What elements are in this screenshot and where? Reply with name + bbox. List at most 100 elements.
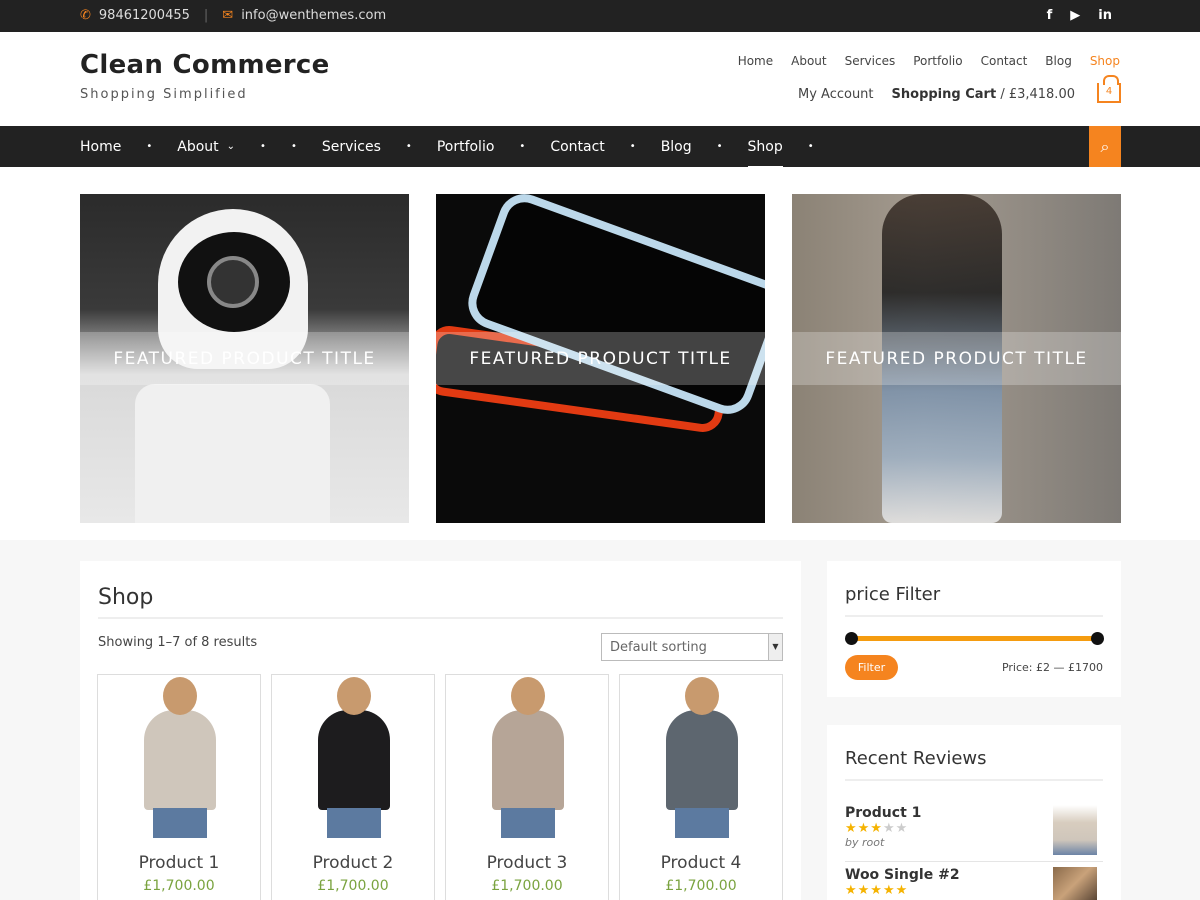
product-price: £1,700.00: [665, 878, 737, 894]
shopping-cart-link[interactable]: Shopping Cart / £3,418.00: [892, 87, 1075, 102]
nav-home[interactable]: Home •: [80, 126, 177, 167]
nav-separator: •: [146, 141, 153, 152]
cart-total: / £3,418.00: [1000, 87, 1075, 102]
product-name[interactable]: Product 4: [620, 853, 782, 873]
slider-handle-max[interactable]: [1091, 632, 1104, 645]
product-image: [153, 808, 207, 838]
nav-about[interactable]: About ⌄ • •: [177, 126, 322, 167]
nav-label: Services: [321, 138, 381, 155]
main-navigation: Home • About ⌄ • • Services • Portfolio • Cont…: [0, 126, 1200, 168]
product-image: [501, 808, 555, 838]
product-card[interactable]: Product 1 £1,700.00: [97, 674, 261, 900]
divider: [845, 779, 1103, 781]
product-card[interactable]: Product 2 £1,700.00: [271, 674, 435, 900]
search-button[interactable]: ⌕: [1089, 126, 1121, 167]
product-image: [163, 677, 197, 715]
product-image: [327, 808, 381, 838]
product-image: [337, 677, 371, 715]
nav-services[interactable]: Services •: [322, 126, 437, 167]
nav-label: Blog: [660, 138, 692, 155]
site-tagline: Shopping Simplified: [80, 87, 248, 102]
cart-bag-icon[interactable]: 4: [1097, 75, 1121, 103]
cart-label: Shopping Cart: [891, 87, 997, 102]
nav-separator: •: [405, 141, 412, 152]
divider: |: [203, 8, 209, 23]
top-nav-shop[interactable]: Shop: [1090, 54, 1120, 68]
product-image: [648, 675, 756, 838]
price-range-label: Price: £2 — £1700: [1001, 661, 1103, 674]
email-icon: ✉: [222, 8, 234, 23]
account-links: My Account Shopping Cart / £3,418.00: [798, 87, 1075, 102]
product-image: [144, 710, 216, 810]
nav-blog[interactable]: Blog •: [661, 126, 748, 167]
product-name[interactable]: Product 1: [98, 853, 260, 873]
nav-separator: •: [519, 141, 526, 152]
nav-contact[interactable]: Contact •: [550, 126, 660, 167]
top-nav-services[interactable]: Services: [845, 54, 896, 68]
camera-image: [135, 384, 330, 523]
review-item[interactable]: Woo Single #2 ★★★★★: [845, 867, 1103, 900]
nav-separator: •: [716, 141, 723, 152]
site-header: Clean Commerce Shopping Simplified Home …: [0, 32, 1200, 126]
product-name[interactable]: Product 3: [446, 853, 608, 873]
cart-count: 4: [1105, 86, 1113, 97]
recent-reviews-widget: Recent Reviews Product 1 ★★★★★ by root W…: [827, 725, 1121, 900]
review-thumbnail[interactable]: [1053, 867, 1097, 900]
top-nav-home[interactable]: Home: [738, 54, 773, 68]
nav-separator: •: [807, 141, 814, 152]
divider: [845, 861, 1103, 862]
featured-title[interactable]: FEATURED PRODUCT TITLE: [792, 332, 1121, 385]
review-item[interactable]: Product 1 ★★★★★ by root: [845, 805, 1103, 855]
facebook-icon[interactable]: f: [1047, 8, 1053, 23]
divider: [845, 615, 1103, 617]
contact-info: ✆ 98461200455 | ✉ info@wenthemes.com: [80, 8, 386, 23]
product-card[interactable]: Product 4 £1,700.00: [619, 674, 783, 900]
featured-title[interactable]: FEATURED PRODUCT TITLE: [436, 332, 765, 385]
product-price: £1,700.00: [143, 878, 215, 894]
nav-separator: •: [260, 141, 266, 152]
camera-image: [207, 256, 259, 308]
email-address[interactable]: info@wenthemes.com: [241, 8, 386, 23]
top-nav-portfolio[interactable]: Portfolio: [913, 54, 962, 68]
price-slider-track[interactable]: [851, 636, 1097, 641]
featured-product-1[interactable]: FEATURED PRODUCT TITLE: [80, 194, 409, 523]
nav-label: About: [177, 138, 219, 155]
site-title[interactable]: Clean Commerce: [80, 50, 330, 80]
top-nav-about[interactable]: About: [791, 54, 826, 68]
product-image: [492, 710, 564, 810]
nav-portfolio[interactable]: Portfolio •: [437, 126, 551, 167]
nav-shop[interactable]: Shop •: [747, 126, 839, 168]
product-image: [474, 675, 582, 838]
phone-number[interactable]: 98461200455: [99, 8, 190, 23]
featured-title[interactable]: FEATURED PRODUCT TITLE: [80, 332, 409, 385]
chevron-down-icon: ⌄: [226, 141, 236, 152]
top-navigation: Home About Services Portfolio Contact Bl…: [738, 54, 1120, 68]
nav-label: Shop: [747, 126, 783, 168]
shop-section: Shop Showing 1–7 of 8 results Default so…: [80, 561, 801, 900]
product-image: [666, 710, 738, 810]
product-image: [511, 677, 545, 715]
sorting-select[interactable]: Default sorting ▼: [601, 633, 783, 661]
filter-button[interactable]: Filter: [845, 655, 898, 680]
search-icon: ⌕: [1100, 136, 1110, 156]
my-account-link[interactable]: My Account: [798, 87, 874, 102]
featured-product-3[interactable]: FEATURED PRODUCT TITLE: [792, 194, 1121, 523]
product-name[interactable]: Product 2: [272, 853, 434, 873]
nav-separator: •: [290, 141, 297, 152]
featured-product-2[interactable]: FEATURED PRODUCT TITLE: [436, 194, 765, 523]
linkedin-icon[interactable]: in: [1098, 8, 1112, 23]
product-price: £1,700.00: [317, 878, 389, 894]
product-image: [300, 675, 408, 838]
top-nav-blog[interactable]: Blog: [1045, 54, 1072, 68]
product-image: [675, 808, 729, 838]
review-thumbnail[interactable]: [1053, 805, 1097, 855]
product-image: [126, 675, 234, 838]
nav-label: Portfolio: [436, 138, 495, 155]
social-links: f ▶ in: [1047, 8, 1112, 23]
top-nav-contact[interactable]: Contact: [981, 54, 1028, 68]
slider-handle-min[interactable]: [845, 632, 858, 645]
youtube-icon[interactable]: ▶: [1070, 8, 1080, 23]
product-card[interactable]: Product 3 £1,700.00: [445, 674, 609, 900]
divider: [98, 617, 783, 619]
product-image: [685, 677, 719, 715]
